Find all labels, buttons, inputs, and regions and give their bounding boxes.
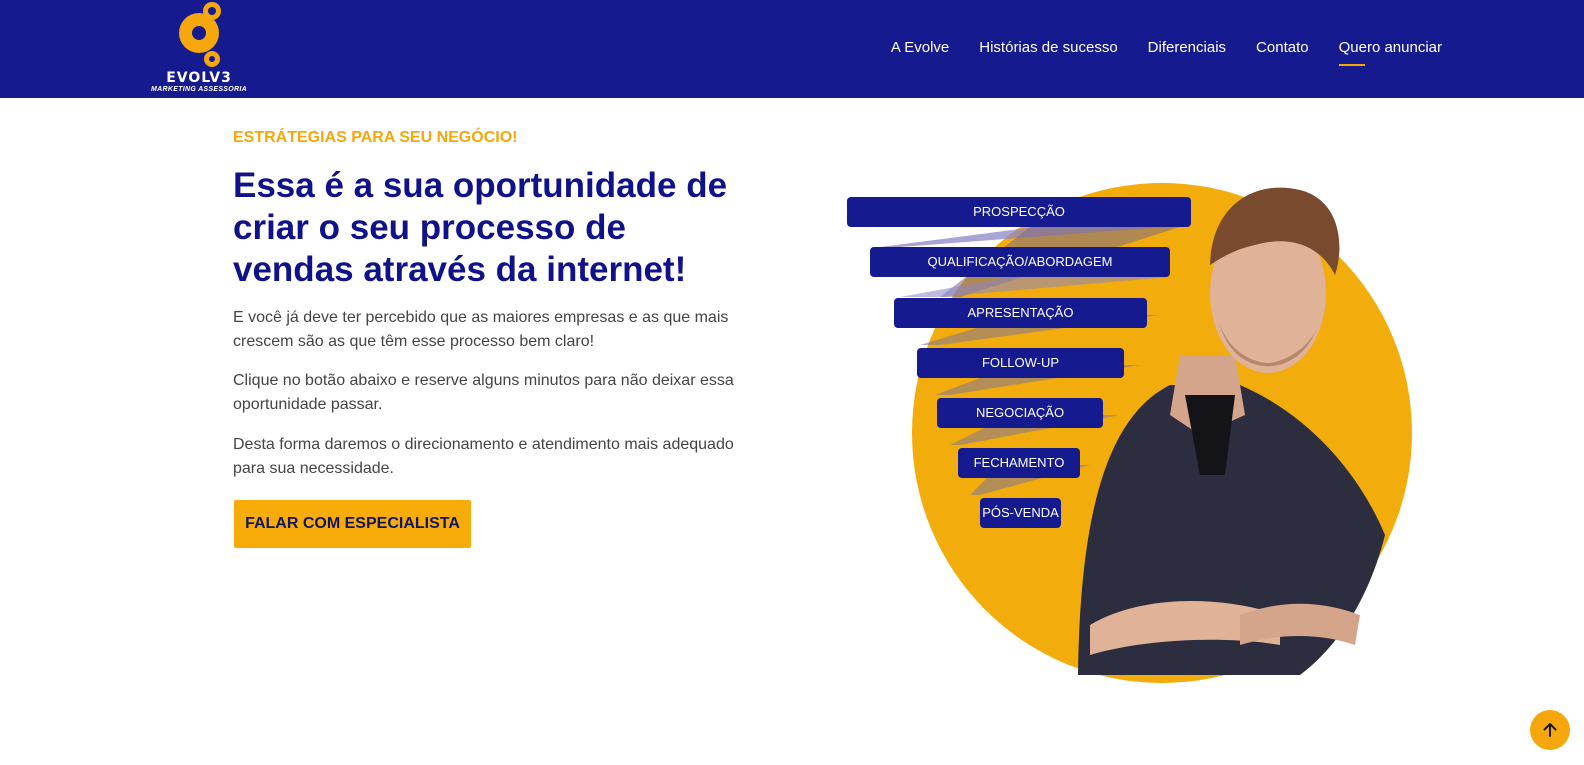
hero-visual: PROSPECÇÃO QUALIFICAÇÃO/ABORDAGEM APRESE… (840, 175, 1440, 695)
hero-paragraph-3: Desta forma daremos o direcionamento e a… (233, 436, 734, 477)
arrow-up-icon (1543, 723, 1557, 737)
main-nav: A Evolve Histórias de sucesso Diferencia… (891, 38, 1442, 66)
hero-headline: Essa é a sua oportunidade de criar o seu… (233, 166, 728, 289)
site-header: EVOLV3 MARKETING ASSESSORIA A Evolve His… (0, 0, 1584, 98)
funnel-step-negociacao: NEGOCIAÇÃO (937, 398, 1103, 428)
funnel-step-prospeccao: PROSPECÇÃO (847, 197, 1191, 227)
brand-name: EVOLV3 (166, 70, 232, 86)
hero-paragraph-1: E você já deve ter percebido que as maio… (233, 309, 729, 350)
funnel-step-apresentacao: APRESENTAÇÃO (894, 298, 1147, 328)
hero-paragraph-2: Clique no botão abaixo e reserve alguns … (233, 372, 734, 413)
nav-item-diferenciais[interactable]: Diferenciais (1148, 38, 1226, 58)
talk-to-specialist-button[interactable]: FALAR COM ESPECIALISTA (234, 500, 471, 548)
funnel-step-qualificacao: QUALIFICAÇÃO/ABORDAGEM (870, 247, 1170, 277)
funnel-step-follow-up: FOLLOW-UP (917, 348, 1124, 378)
back-to-top-button[interactable] (1530, 710, 1570, 750)
brand-tagline: MARKETING ASSESSORIA (151, 86, 247, 93)
hero-eyebrow: ESTRÁTEGIAS PARA SEU NEGÓCIO! (233, 129, 518, 146)
nav-item-historias[interactable]: Histórias de sucesso (979, 38, 1117, 58)
nav-item-contato[interactable]: Contato (1256, 38, 1309, 58)
nav-item-a-evolve[interactable]: A Evolve (891, 38, 949, 58)
funnel-step-pos-venda: PÓS-VENDA (980, 498, 1061, 528)
nav-item-quero-anunciar[interactable]: Quero anunciar (1338, 38, 1442, 66)
evolve-logo[interactable]: EVOLV3 MARKETING ASSESSORIA (142, 2, 256, 96)
funnel-step-fechamento: FECHAMENTO (958, 448, 1080, 478)
evolve-logo-icon (179, 2, 221, 67)
